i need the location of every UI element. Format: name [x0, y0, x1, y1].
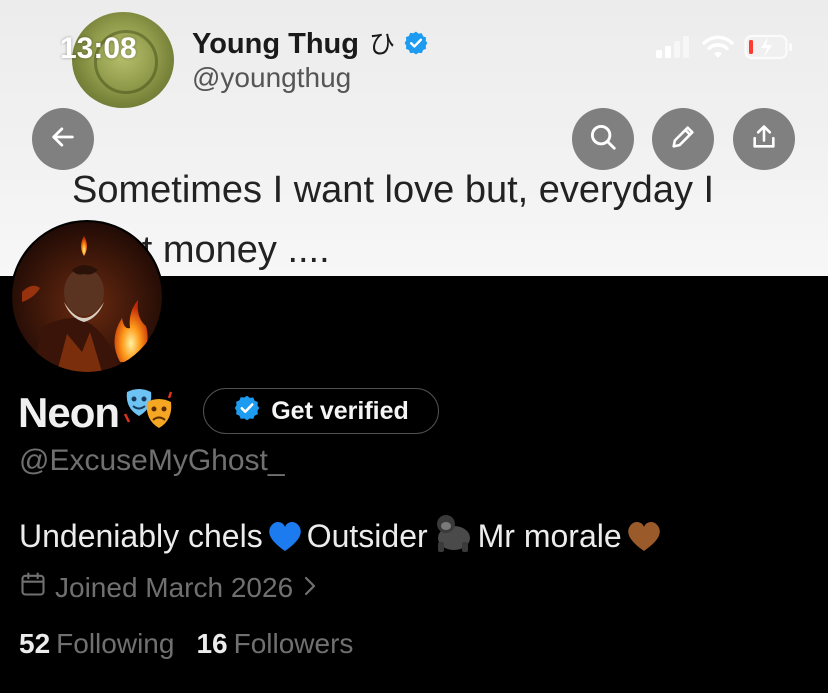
edit-pencil-icon [669, 123, 697, 156]
bio-text-3: Mr morale [477, 518, 622, 554]
tweet-author-name: Young Thug ひ [192, 24, 429, 61]
profile-bio: Undeniably chels Outsider Mr morale [19, 512, 666, 560]
edit-button[interactable] [652, 108, 714, 170]
following-count: 52 [19, 628, 51, 659]
profile-stats: 52 Following 16 Followers [19, 628, 353, 660]
calendar-icon [19, 570, 47, 605]
profile-handle: @ExcuseMyGhost_ [19, 444, 285, 477]
joined-date[interactable]: Joined March 2026 [19, 570, 319, 605]
verified-badge-icon [403, 30, 429, 56]
cellular-signal-icon [656, 36, 692, 63]
followers-label: Followers [233, 628, 354, 659]
theater-masks-icon [123, 388, 175, 442]
wifi-icon [702, 35, 734, 64]
status-icons [656, 34, 794, 65]
following-label: Following [56, 628, 175, 659]
get-verified-button[interactable]: Get verified [203, 388, 439, 434]
verified-badge-icon [233, 394, 261, 429]
search-icon [588, 122, 618, 157]
back-button[interactable] [32, 108, 94, 170]
share-icon [750, 123, 778, 156]
profile-name: Neon [18, 388, 179, 442]
followers-link[interactable]: 16 Followers [196, 628, 353, 660]
bio-text-2: Outsider [306, 518, 428, 554]
avatar-image [12, 222, 162, 372]
tweet-text: Sometimes I want love but, everyday I wa… [72, 169, 715, 271]
chevron-right-icon [301, 572, 319, 604]
brown-heart-icon [626, 520, 662, 560]
tweet-author-glyph: ひ [368, 29, 395, 59]
tweet-author-name-text: Young Thug [192, 28, 359, 60]
profile-name-text: Neon [18, 389, 120, 436]
gorilla-icon [432, 512, 474, 560]
followers-count: 16 [196, 628, 228, 659]
status-time: 13:08 [60, 32, 137, 65]
back-arrow-icon [49, 123, 77, 156]
blue-heart-icon [267, 520, 303, 560]
profile-avatar[interactable] [10, 220, 164, 374]
tweet-author-handle: @youngthug [192, 62, 352, 93]
search-button[interactable] [572, 108, 634, 170]
following-link[interactable]: 52 Following [19, 628, 174, 660]
bio-text-1: Undeniably chels [19, 518, 263, 554]
joined-text: Joined March 2026 [55, 571, 294, 603]
share-button[interactable] [733, 108, 795, 170]
battery-icon [744, 34, 794, 65]
get-verified-label: Get verified [271, 396, 409, 425]
